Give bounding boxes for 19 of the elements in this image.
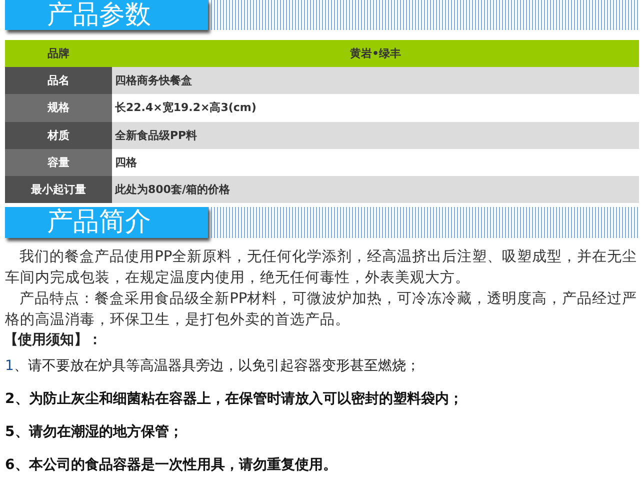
notice-item: 5、请勿在潮湿的地方保管； [5,422,184,442]
table-cell: 品名 [5,67,112,94]
table-cell: 容量 [5,148,112,176]
notice-item: 1、请不要放在炉具等高温器具旁边，以免引起容器变形甚至燃烧； [5,357,421,376]
paragraph: 产品特点：餐盒采用食品级全新PP材料，可微波炉加热，可冷冻冷藏，透明度高，产品经过严格的高温消毒，环保卫生，是打包外卖的首选产品。 [4,289,638,330]
table-cell: 此处为800套/箱的价格 [112,176,639,204]
notice-item: 2、为防止灰尘和细菌粘在容器上，在保管时请放入可以密封的塑料袋内； [5,390,464,410]
table-cell-text: 品牌 [46,46,70,62]
table-cell: 四格商务快餐盒 [112,67,639,94]
table-cell: 最小起订量 [5,176,112,204]
table-cell: 材质 [5,122,112,149]
section-title: 产品参数 [5,0,208,30]
table-cell-text: 黄岩•绿丰 [348,46,402,62]
section-title: 产品简介 [5,207,208,238]
paragraph: 我们的餐盒产品使用PP全新原料，无任何化学添剂，经高温挤出后注塑、吸塑成型，并在无尘车间内完成包装，在规定温度内使用，绝无任何毒性，外表美观大方。 [4,247,638,288]
notice-heading: 【使用须知】： [4,331,103,350]
notice-item: 6、本公司的食品容器是一次性用具，请勿重复使用。 [5,456,338,476]
table-cell: 规格 [5,94,112,122]
table-cell: 全新食品级PP料 [112,122,639,149]
